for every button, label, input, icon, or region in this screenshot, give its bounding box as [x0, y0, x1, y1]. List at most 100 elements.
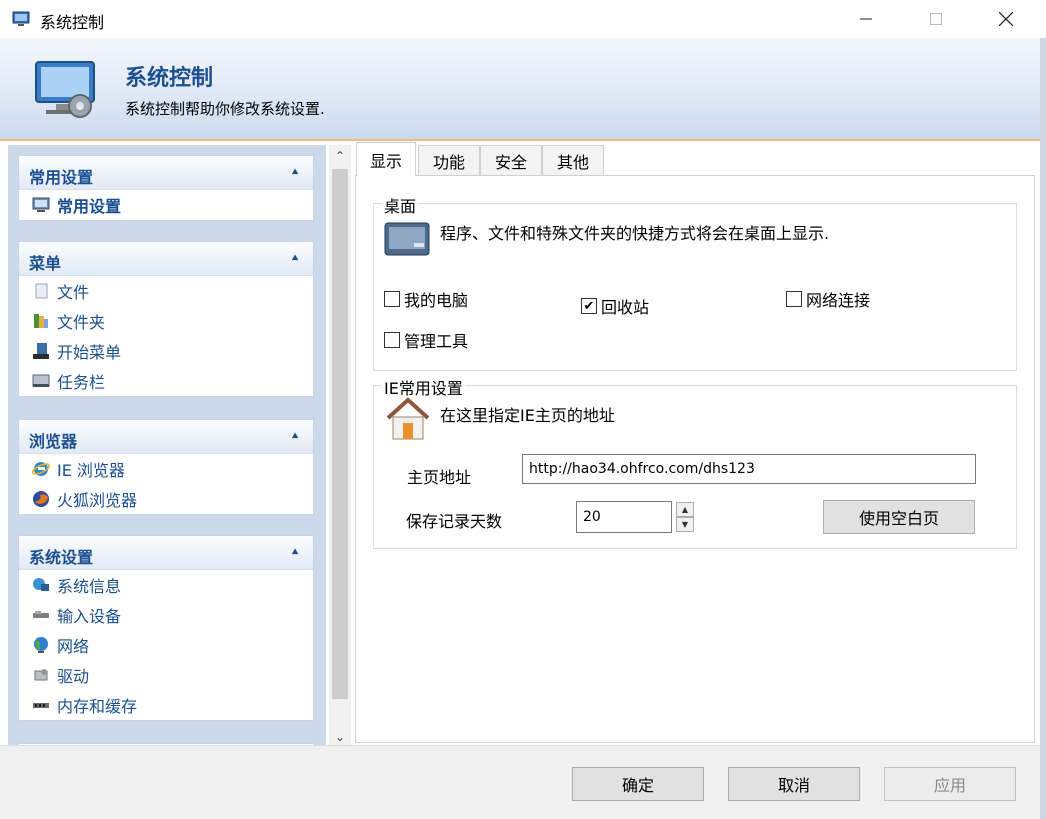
dialog-footer: 确定 取消 应用 [0, 745, 1040, 819]
checkbox-box[interactable] [384, 291, 400, 307]
checkbox-label: 我的电脑 [404, 291, 469, 310]
group-title: 常用设置 [29, 168, 94, 187]
monitor-settings-icon [32, 197, 50, 212]
home-icon [386, 397, 430, 440]
ie-browser-icon [31, 462, 51, 476]
collapse-chevron-icon[interactable]: ⯅ [287, 251, 303, 267]
sidebar-item-file[interactable]: 文件 [19, 276, 313, 306]
checkbox-label: 回收站 [601, 298, 650, 317]
checkbox-my-computer[interactable]: 我的电脑 [384, 287, 468, 311]
collapse-chevron-icon[interactable]: ⯅ [287, 545, 303, 561]
group-header-common[interactable]: 常用设置 ⯅ [19, 156, 313, 190]
close-button[interactable] [983, 0, 1029, 38]
header-divider [0, 139, 1046, 141]
group-header-menu[interactable]: 菜单 ⯅ [19, 242, 313, 276]
checkbox-label: 网络连接 [806, 291, 871, 310]
sidebar-item-memory-cache[interactable]: 内存和缓存 [19, 690, 313, 720]
window-edge [1040, 38, 1046, 819]
group-title: 系统设置 [29, 548, 94, 567]
checkbox-network-connections[interactable]: 网络连接 [786, 287, 870, 311]
minimize-button[interactable] [843, 0, 889, 38]
spin-up-icon[interactable]: ▲ [676, 502, 694, 517]
header-title: 系统控制 [125, 66, 214, 91]
sidebar-item-label: 内存和缓存 [57, 697, 138, 716]
ok-button[interactable]: 确定 [572, 767, 704, 801]
file-icon [35, 283, 48, 299]
cancel-button[interactable]: 取消 [728, 767, 860, 801]
tab-features[interactable]: 功能 [418, 145, 480, 175]
tab-content-panel: 桌面 程序、文件和特殊文件夹的快捷方式将会在桌面上显示. 我的电脑 ✔ 回收站 … [355, 175, 1035, 743]
sidebar-item-input-device[interactable]: 输入设备 [19, 600, 313, 630]
homepage-label: 主页地址 [407, 468, 472, 487]
maximize-icon [930, 13, 942, 25]
sidebar-item-label: 系统信息 [57, 577, 122, 596]
sidebar-item-system-info[interactable]: 系统信息 [19, 570, 313, 600]
sidebar-item-label: 任务栏 [57, 373, 106, 392]
checkbox-box[interactable]: ✔ [581, 298, 597, 314]
collapse-chevron-icon[interactable]: ⯅ [287, 165, 303, 181]
sidebar-item-label: 驱动 [57, 667, 90, 686]
sidebar-item-driver[interactable]: 驱动 [19, 660, 313, 690]
sidebar-item-label: 文件夹 [57, 313, 106, 332]
taskbar-icon [32, 374, 50, 387]
history-days-stepper[interactable]: ▲ ▼ [676, 502, 694, 532]
sidebar-item-firefox[interactable]: 火狐浏览器 [19, 484, 313, 514]
sidebar-item-taskbar[interactable]: 任务栏 [19, 366, 313, 396]
firefox-icon [33, 491, 49, 507]
sidebar-group-browser: 浏览器 ⯅ IE 浏览器 火狐浏览器 [18, 419, 314, 515]
scrollbar-thumb[interactable] [332, 169, 348, 699]
tab-display[interactable]: 显示 [356, 142, 416, 176]
driver-icon [34, 669, 48, 681]
ie-description: 在这里指定IE主页的地址 [440, 406, 615, 425]
checkbox-box[interactable] [384, 332, 400, 348]
group-header-system[interactable]: 系统设置 ⯅ [19, 536, 313, 570]
sidebar-item-label: 网络 [57, 637, 90, 656]
sidebar-item-label: IE 浏览器 [57, 461, 125, 480]
header-banner: 系统控制 系统控制帮助你修改系统设置. [0, 38, 1046, 140]
checkbox-admin-tools[interactable]: 管理工具 [384, 328, 468, 352]
system-info-icon [33, 578, 49, 591]
title-bar: 系统控制 [0, 0, 1046, 38]
checkbox-label: 管理工具 [404, 332, 469, 351]
desktop-legend: 桌面 [382, 193, 419, 217]
tab-other[interactable]: 其他 [542, 145, 604, 175]
network-globe-icon [34, 637, 48, 653]
app-monitor-icon [12, 11, 30, 26]
sidebar-item-label: 火狐浏览器 [57, 491, 138, 510]
group-title: 菜单 [29, 254, 62, 273]
desktop-icon [384, 222, 430, 256]
sidebar-item-label: 常用设置 [57, 197, 122, 216]
group-title: 浏览器 [29, 432, 78, 451]
sidebar-item-network[interactable]: 网络 [19, 630, 313, 660]
sidebar-item-label: 开始菜单 [57, 343, 122, 362]
desktop-description: 程序、文件和特殊文件夹的快捷方式将会在桌面上显示. [440, 224, 830, 243]
memory-icon [33, 703, 49, 708]
sidebar: 常用设置 ⯅ 常用设置 菜单 ⯅ 文件 文件夹 开始菜单 任务栏 浏览器 ⯅ I… [8, 145, 326, 748]
input-device-icon [33, 611, 49, 618]
sidebar-group-menu: 菜单 ⯅ 文件 文件夹 开始菜单 任务栏 [18, 241, 314, 397]
scroll-up-chevron-icon[interactable]: ⌃ [329, 145, 351, 167]
sidebar-item-common-settings[interactable]: 常用设置 [19, 190, 313, 220]
checkbox-recycle-bin[interactable]: ✔ 回收站 [581, 294, 649, 318]
group-header-browser[interactable]: 浏览器 ⯅ [19, 420, 313, 454]
close-icon [999, 12, 1013, 26]
checkbox-box[interactable] [786, 291, 802, 307]
history-days-label: 保存记录天数 [406, 512, 503, 531]
history-days-input[interactable]: 20 [576, 501, 672, 533]
window-title: 系统控制 [40, 13, 105, 32]
apply-button[interactable]: 应用 [884, 767, 1016, 801]
sidebar-item-ie[interactable]: IE 浏览器 [19, 454, 313, 484]
homepage-input[interactable]: http://hao34.ohfrco.com/dhs123 [522, 454, 976, 484]
tab-security[interactable]: 安全 [480, 145, 542, 175]
sidebar-item-start-menu[interactable]: 开始菜单 [19, 336, 313, 366]
sidebar-group-system: 系统设置 ⯅ 系统信息 输入设备 网络 驱动 内存和缓存 [18, 535, 314, 721]
sidebar-scrollbar[interactable]: ⌃ ⌄ [329, 145, 351, 748]
use-blank-page-button[interactable]: 使用空白页 [823, 500, 975, 534]
system-control-icon [35, 61, 95, 118]
maximize-button[interactable] [913, 0, 959, 38]
sidebar-group-common: 常用设置 ⯅ 常用设置 [18, 155, 314, 221]
collapse-chevron-icon[interactable]: ⯅ [287, 429, 303, 445]
sidebar-item-folder[interactable]: 文件夹 [19, 306, 313, 336]
spin-down-icon[interactable]: ▼ [676, 517, 694, 532]
minimize-icon [860, 18, 872, 20]
